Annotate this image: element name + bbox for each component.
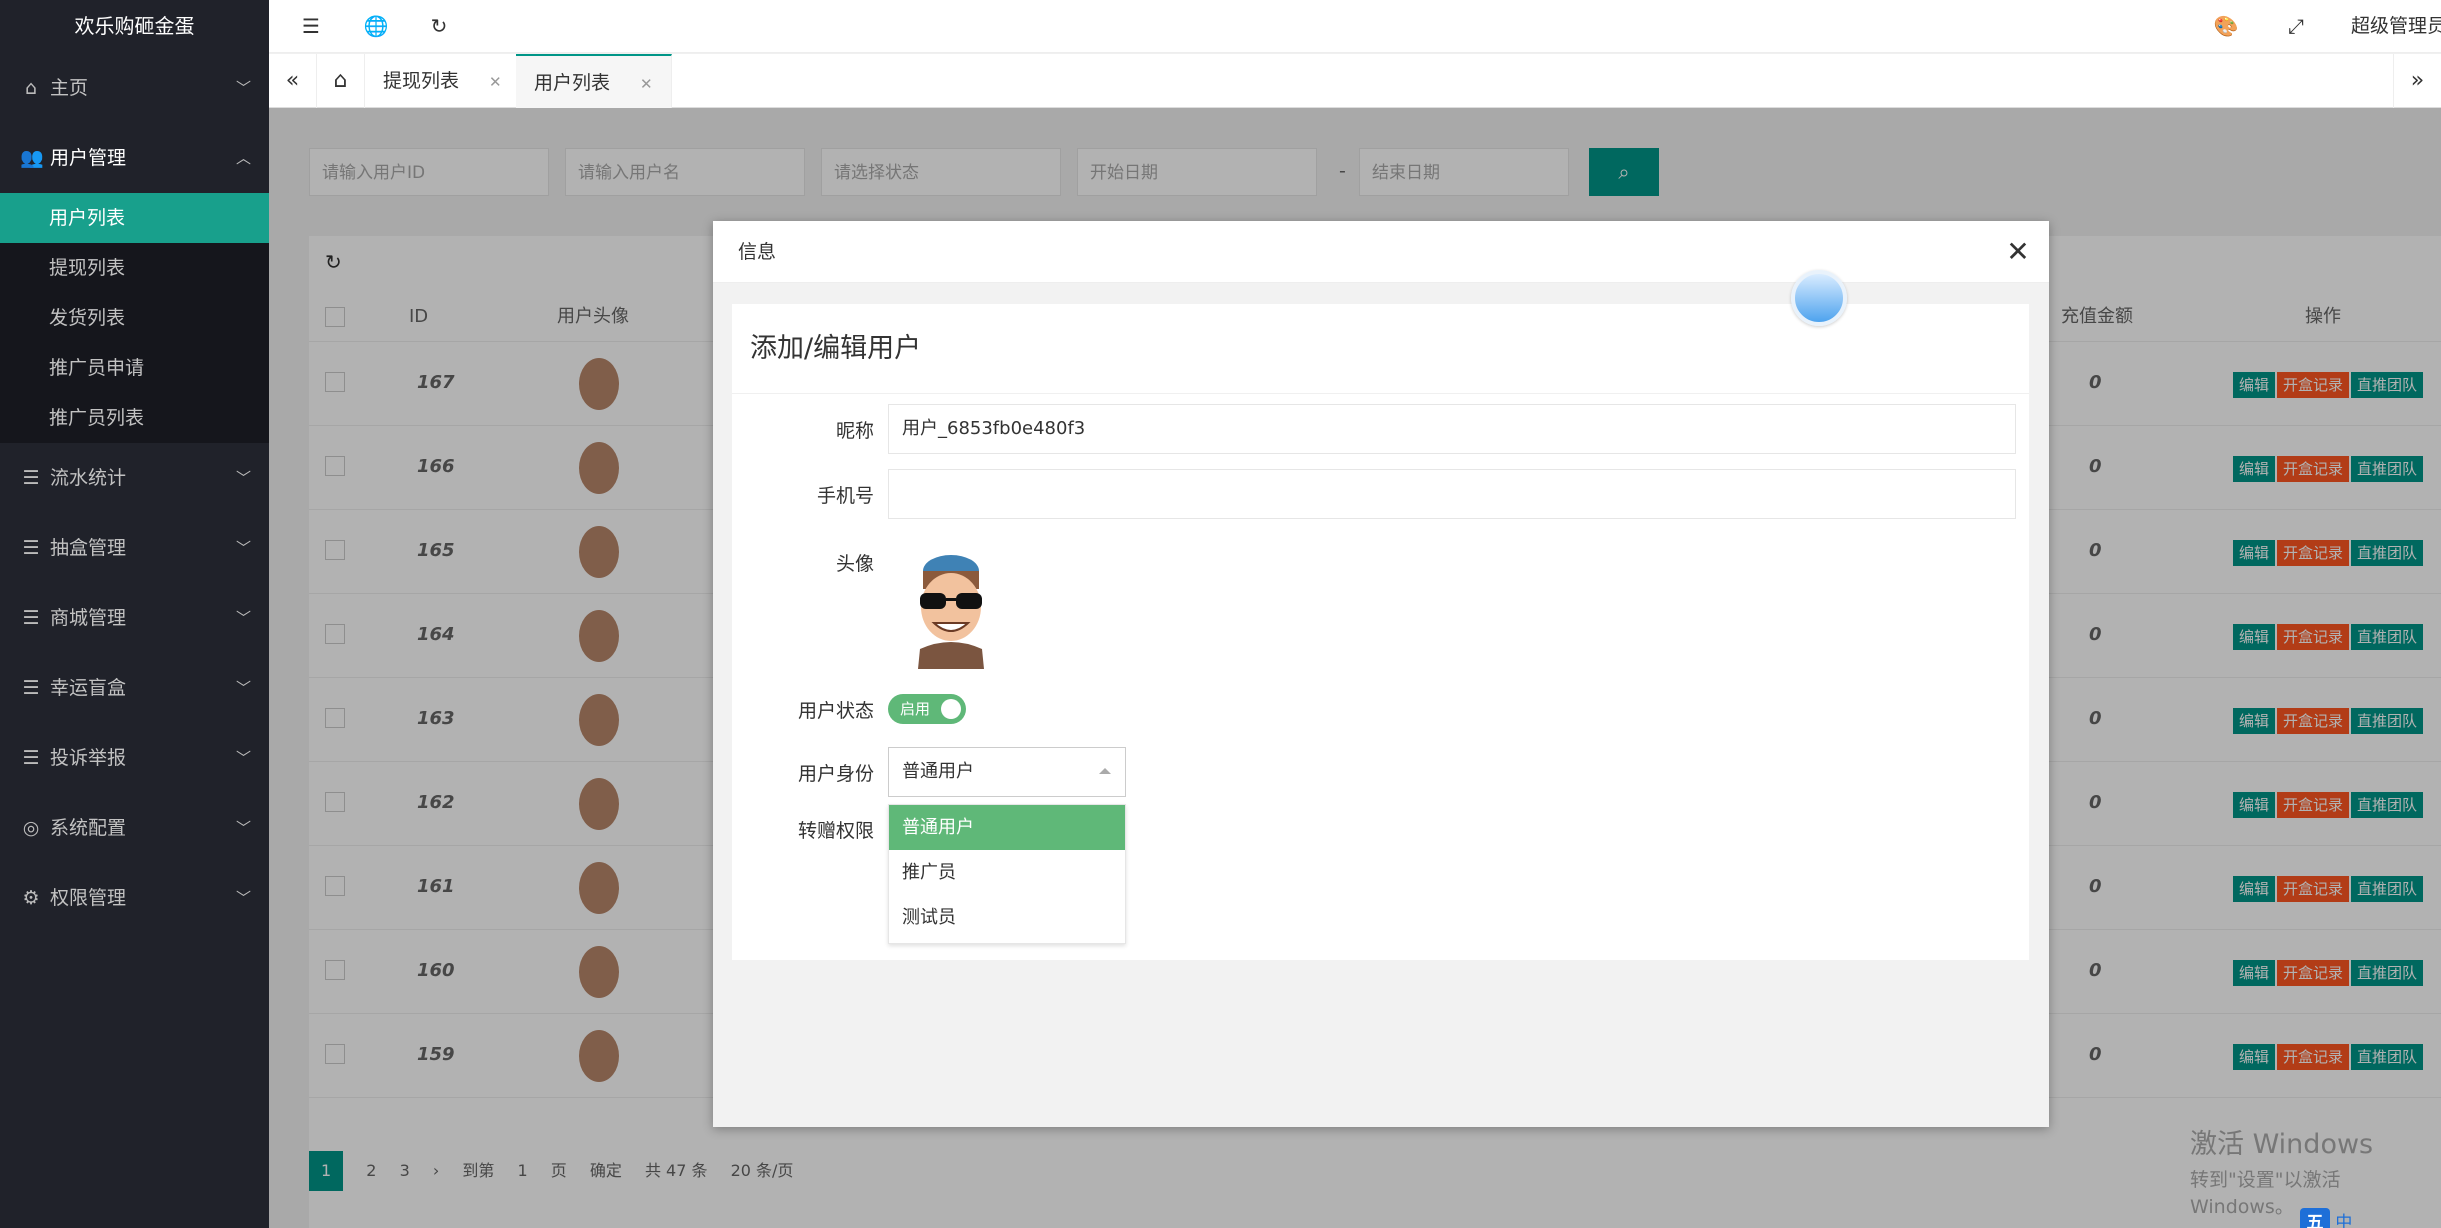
identity-option-promoter[interactable]: 推广员 bbox=[889, 850, 1125, 895]
ime-logo-icon: 五 bbox=[2300, 1208, 2330, 1228]
identity-option-tester[interactable]: 测试员 bbox=[889, 895, 1125, 940]
identity-label: 用户身份 bbox=[797, 763, 874, 785]
avatar-image bbox=[918, 555, 984, 669]
globe-icon[interactable]: 🌐 bbox=[354, 0, 398, 53]
sidebar-item-home[interactable]: ⌂ 主页 ﹀ bbox=[0, 53, 269, 123]
modal-title: 信息 bbox=[713, 221, 2049, 283]
status-toggle[interactable]: 启用 bbox=[888, 694, 966, 724]
identity-select-value: 普通用户 bbox=[902, 761, 974, 782]
status-label: 用户状态 bbox=[797, 700, 874, 722]
top-header: ☰ 🌐 ↻ 🎨 ⤢ 超级管理员 bbox=[269, 0, 2441, 53]
sidebar-submenu: 用户列表 提现列表 发货列表 推广员申请 推广员列表 bbox=[0, 193, 269, 443]
phone-label: 手机号 bbox=[816, 485, 874, 507]
sidebar-item-lucky-box[interactable]: ☰ 幸运盲盒 ﹀ bbox=[0, 653, 269, 723]
sidebar-item-label: 权限管理 bbox=[50, 887, 127, 909]
transfer-label: 转赠权限 bbox=[797, 820, 874, 842]
sidebar-item-user-management[interactable]: 👥 用户管理 ︿ bbox=[0, 123, 269, 193]
admin-menu[interactable]: 超级管理员 bbox=[2351, 0, 2441, 53]
app-logo: 欢乐购砸金蛋 bbox=[0, 0, 269, 53]
gear-icon: ⚙ bbox=[22, 887, 40, 909]
tab-next-icon[interactable]: » bbox=[2393, 54, 2441, 108]
identity-select[interactable]: 普通用户 bbox=[888, 747, 1126, 797]
tab-withdraw-list[interactable]: 提现列表 ✕ bbox=[365, 54, 521, 108]
sidebar-item-label: 系统配置 bbox=[50, 817, 127, 839]
sidebar-item-label: 抽盒管理 bbox=[50, 537, 127, 559]
tab-user-list[interactable]: 用户列表 ✕ bbox=[516, 54, 672, 108]
sidebar-item-system-config[interactable]: ◎ 系统配置 ﹀ bbox=[0, 793, 269, 863]
sidebar-item-label: 投诉举报 bbox=[50, 747, 127, 769]
identity-option-normal[interactable]: 普通用户 bbox=[889, 805, 1125, 850]
sidebar-item-label: 用户管理 bbox=[50, 147, 127, 169]
sidebar-item-box-management[interactable]: ☰ 抽盒管理 ﹀ bbox=[0, 513, 269, 583]
list-icon: ☰ bbox=[22, 607, 40, 629]
sidebar-item-shipping-list[interactable]: 发货列表 bbox=[0, 293, 269, 343]
sidebar-item-label: 幸运盲盒 bbox=[50, 677, 127, 699]
watermark-line1: 激活 Windows bbox=[2190, 1129, 2374, 1160]
avatar-label: 头像 bbox=[835, 553, 874, 575]
loading-icon bbox=[1791, 270, 1847, 326]
close-icon[interactable]: ✕ bbox=[489, 73, 502, 91]
sidebar-item-user-list[interactable]: 用户列表 bbox=[0, 193, 269, 243]
phone-field[interactable] bbox=[888, 469, 2016, 519]
settings-icon: ◎ bbox=[22, 817, 40, 839]
list-icon: ☰ bbox=[22, 467, 40, 489]
sidebar: 欢乐购砸金蛋 ⌂ 主页 ﹀ 👥 用户管理 ︿ 用户列表 提现列表 发货列表 推广员申请 … bbox=[0, 0, 269, 1228]
sidebar-item-label: 主页 bbox=[50, 77, 89, 99]
identity-dropdown: 普通用户 推广员 测试员 bbox=[888, 804, 1126, 944]
sidebar-item-withdraw-list[interactable]: 提现列表 bbox=[0, 243, 269, 293]
tab-bar: « ⌂ 提现列表 ✕ 用户列表 ✕ » bbox=[269, 54, 2441, 108]
user-form: 添加/编辑用户 昵称 用户_6853fb0e480f3 手机号 头像 用户状态 … bbox=[732, 304, 2029, 960]
ime-lang: 中 bbox=[2335, 1213, 2353, 1228]
tab-prev-icon[interactable]: « bbox=[269, 54, 317, 108]
refresh-icon[interactable]: ↻ bbox=[417, 0, 461, 53]
modal-body: 添加/编辑用户 昵称 用户_6853fb0e480f3 手机号 头像 用户状态 … bbox=[713, 283, 2049, 1127]
tab-label: 用户列表 bbox=[534, 72, 611, 94]
toggle-knob bbox=[941, 699, 961, 719]
tab-label: 提现列表 bbox=[383, 70, 460, 92]
windows-watermark: 激活 Windows 转到"设置"以激活 Windows。 bbox=[2190, 1122, 2441, 1219]
chevron-down-icon: ﹀ bbox=[235, 609, 251, 627]
nickname-label: 昵称 bbox=[835, 420, 874, 442]
nickname-field[interactable]: 用户_6853fb0e480f3 bbox=[888, 404, 2016, 454]
chevron-down-icon: ﹀ bbox=[235, 749, 251, 767]
tab-home-icon[interactable]: ⌂ bbox=[317, 54, 365, 108]
chevron-down-icon: ﹀ bbox=[235, 79, 251, 97]
toggle-text: 启用 bbox=[900, 700, 931, 718]
chevron-down-icon: ﹀ bbox=[235, 819, 251, 837]
edit-user-modal: 信息 ✕ 添加/编辑用户 昵称 用户_6853fb0e480f3 手机号 头像 bbox=[713, 221, 2049, 1127]
chevron-down-icon: ﹀ bbox=[235, 889, 251, 907]
menu-toggle-icon[interactable]: ☰ bbox=[289, 0, 333, 53]
sidebar-item-mall-management[interactable]: ☰ 商城管理 ﹀ bbox=[0, 583, 269, 653]
ime-toolbar[interactable]: 五 中 bbox=[2300, 1208, 2352, 1228]
sidebar-item-permissions[interactable]: ⚙ 权限管理 ﹀ bbox=[0, 863, 269, 933]
sidebar-item-flow-stats[interactable]: ☰ 流水统计 ﹀ bbox=[0, 443, 269, 513]
home-icon: ⌂ bbox=[24, 77, 38, 99]
sidebar-item-label: 流水统计 bbox=[50, 467, 127, 489]
sidebar-item-complaints[interactable]: ☰ 投诉举报 ﹀ bbox=[0, 723, 269, 793]
chevron-up-icon: ︿ bbox=[235, 149, 251, 167]
avatar[interactable] bbox=[906, 549, 996, 669]
list-icon: ☰ bbox=[22, 677, 40, 699]
close-icon[interactable]: ✕ bbox=[2001, 235, 2035, 269]
sidebar-item-label: 商城管理 bbox=[50, 607, 127, 629]
chevron-down-icon: ﹀ bbox=[235, 469, 251, 487]
close-icon[interactable]: ✕ bbox=[640, 75, 653, 93]
chevron-down-icon: ﹀ bbox=[235, 539, 251, 557]
list-icon: ☰ bbox=[22, 747, 40, 769]
fullscreen-icon[interactable]: ⤢ bbox=[2274, 0, 2318, 53]
theme-icon[interactable]: 🎨 bbox=[2204, 0, 2248, 53]
list-icon: ☰ bbox=[22, 537, 40, 559]
users-icon: 👥 bbox=[20, 147, 44, 169]
chevron-down-icon: ﹀ bbox=[235, 679, 251, 697]
sidebar-item-promoter-list[interactable]: 推广员列表 bbox=[0, 393, 269, 443]
caret-up-icon bbox=[1099, 768, 1111, 774]
sidebar-item-promoter-apply[interactable]: 推广员申请 bbox=[0, 343, 269, 393]
